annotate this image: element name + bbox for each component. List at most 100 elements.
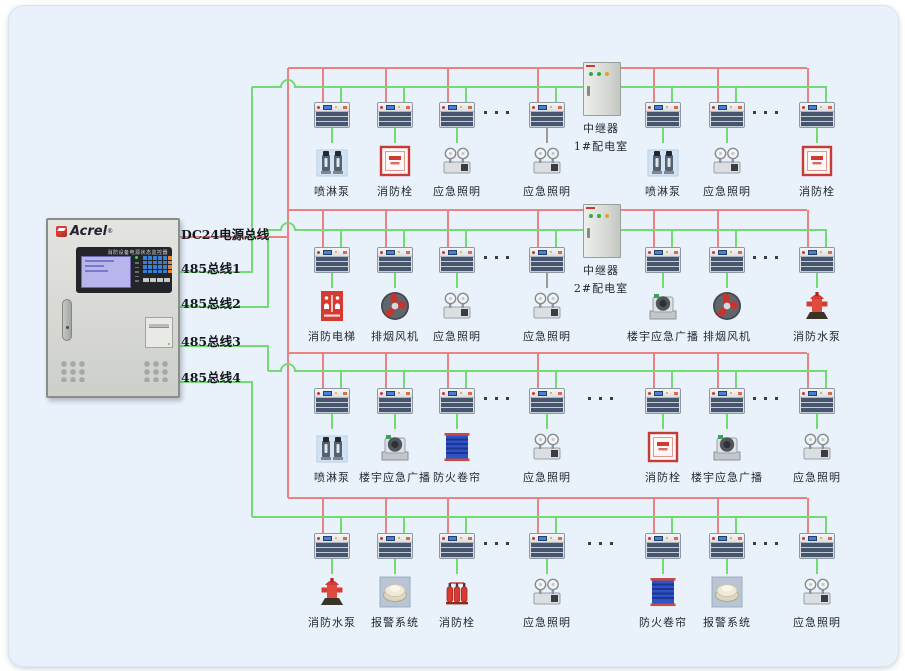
ellipsis-dots [484,542,509,545]
broadcast-speaker-icon [377,429,413,465]
function-keys[interactable] [143,278,170,282]
broadcast-speaker-icon [645,288,681,324]
device-label: 应急照明 [497,183,597,199]
fire-shutter-icon [439,429,475,465]
power-monitor-module [377,102,413,128]
emergency-light-icon [439,288,475,324]
ellipsis-dots [753,397,778,400]
device-label: 报警系统 [677,614,777,630]
pump-icon [645,143,681,179]
extinguishers-icon [439,574,475,610]
hydrant-box-icon [377,143,413,179]
fire-elevator-icon [314,288,350,324]
power-monitor-module [709,533,745,559]
emergency-light-icon [709,143,745,179]
power-monitor-module [645,247,681,273]
repeater-cabinet [583,204,621,258]
device-label: 应急照明 [497,328,597,344]
ellipsis-dots [484,111,509,114]
power-monitor-module [314,102,350,128]
device-label: 消防栓 [407,614,507,630]
monitor-display-bezel: 消防设备电源状态监控器 [76,247,172,293]
emergency-light-icon [799,429,835,465]
fire-pump-icon [799,288,835,324]
power-monitor-module [439,533,475,559]
power-monitor-module [439,388,475,414]
door-handle[interactable] [62,299,72,341]
fire-pump-icon [314,574,350,610]
device-label: 应急照明 [497,614,597,630]
power-monitor-module [529,247,565,273]
keypad[interactable] [143,256,172,273]
bus-label: 485总线4 [181,367,241,386]
device-label: 楼宇应急广播 [677,469,777,485]
power-monitor-module [314,388,350,414]
power-monitor-module [645,388,681,414]
device-label: 排烟风机 [677,328,777,344]
device-label: 消防水泵 [767,328,867,344]
ellipsis-dots [588,397,613,400]
ellipsis-dots [753,542,778,545]
power-monitor-module [529,102,565,128]
vent-grille [143,360,170,382]
power-monitor-module [529,388,565,414]
power-monitor-module [645,533,681,559]
exhaust-fan-icon [709,288,745,324]
acrel-monitor-cabinet: Acrel ® 消防设备电源状态监控器 [46,218,180,398]
power-monitor-module [799,388,835,414]
bezel-title: 消防设备电源状态监控器 [107,249,168,256]
emergency-light-icon [529,288,565,324]
power-monitor-module [799,533,835,559]
acrel-logo-icon [56,226,67,237]
fire-shutter-icon [645,574,681,610]
ellipsis-dots [753,256,778,259]
pump-icon [314,143,350,179]
power-monitor-module [799,247,835,273]
device-label: 应急照明 [767,469,867,485]
emergency-light-icon [529,143,565,179]
ellipsis-dots [753,111,778,114]
fire-power-monitoring-diagram: Acrel ® 消防设备电源状态监控器 DC24电源总线 485总线1 485总线2… [0,0,905,671]
power-monitor-module [377,247,413,273]
hydrant-box-icon [799,143,835,179]
registered-mark: ® [107,228,113,235]
power-monitor-module [314,533,350,559]
bus-label: DC24电源总线 [181,224,269,243]
smoke-detector-icon [377,574,413,610]
device-label: 应急照明 [767,614,867,630]
device-label: 应急照明 [407,328,507,344]
printer-slot [149,324,169,328]
power-monitor-module [645,102,681,128]
ellipsis-dots [484,397,509,400]
emergency-light-icon [529,574,565,610]
bus-label: 485总线3 [181,331,241,350]
indicator-leds [135,256,140,285]
hydrant-box-icon [645,429,681,465]
device-label: 应急照明 [497,469,597,485]
repeater-room-label: 2#配电室 [563,280,639,296]
emergency-light-icon [529,429,565,465]
power-monitor-module [439,102,475,128]
power-monitor-module [377,533,413,559]
smoke-detector-icon [709,574,745,610]
vent-grille [60,360,87,382]
printer [145,317,173,348]
emergency-light-icon [439,143,475,179]
device-label: 防火卷帘 [407,469,507,485]
exhaust-fan-icon [377,288,413,324]
bus-label: 485总线2 [181,293,241,312]
device-label: 消防栓 [767,183,867,199]
device-label: 应急照明 [407,183,507,199]
power-monitor-module [377,388,413,414]
power-monitor-module [529,533,565,559]
bus-label: 485总线1 [181,258,241,277]
power-monitor-module [709,102,745,128]
power-monitor-module [314,247,350,273]
acrel-logo: Acrel ® [56,224,113,239]
repeater-label: 中继器 [563,262,639,278]
repeater-cabinet [583,62,621,116]
lcd-screen [81,256,131,288]
repeater-label: 中继器 [563,120,639,136]
ellipsis-dots [588,542,613,545]
pump-icon [314,429,350,465]
